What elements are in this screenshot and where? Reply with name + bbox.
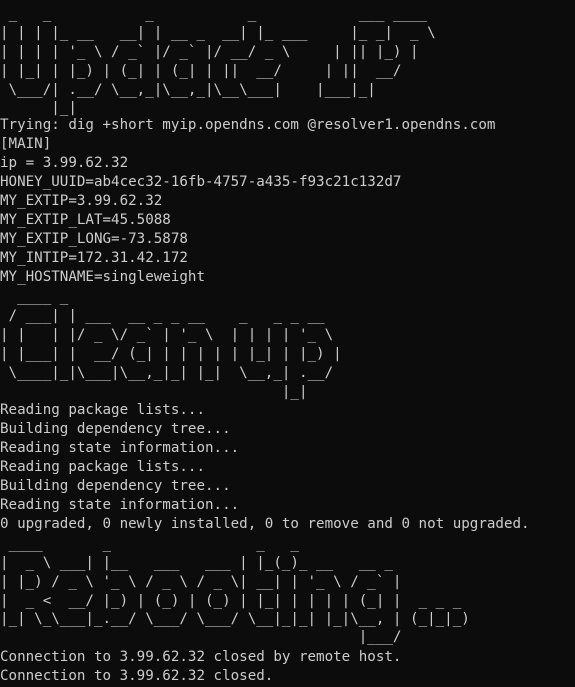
banner-rebooting-line-1: ____ _ _ _ xyxy=(0,536,299,552)
banner-update-ip-line-1: _ _ _ _ ___ ____ xyxy=(0,6,428,22)
output-my-extip: MY_EXTIP=3.99.62.32 xyxy=(0,193,163,209)
banner-clean-up-line-3: | | | |/ _ \/ _` | '_ \ | | | | '_ \ xyxy=(0,327,334,343)
output-reading-state-info-2: Reading state information... xyxy=(0,497,240,513)
output-ip: ip = 3.99.62.32 xyxy=(0,155,129,171)
banner-clean-up-line-4: | |___| | __/ (_| | | | | | |_| | |_) | xyxy=(0,346,342,362)
banner-update-ip-line-5: \___/| .__/ \__,_|\__,_|\__\___| |___|_| xyxy=(0,82,376,98)
banner-update-ip-line-4: | |_| | |_) | (_| | (_| | || __/ | || __… xyxy=(0,63,402,79)
banner-rebooting-line-6: |___/ xyxy=(0,629,402,645)
output-building-dependency-tree-2: Building dependency tree... xyxy=(0,478,231,494)
terminal-window[interactable]: _ _ _ _ ___ ____ | | | |_ __ __| | __ _ … xyxy=(0,0,575,687)
output-building-dependency-tree-1: Building dependency tree... xyxy=(0,421,231,437)
banner-rebooting-line-4: | _ < __/ |_) | (_) | (_) | |_| | | | | … xyxy=(0,593,462,609)
output-connection-closed: Connection to 3.99.62.32 closed. xyxy=(0,668,274,684)
output-my-extip-long: MY_EXTIP_LONG=-73.5878 xyxy=(0,231,188,247)
banner-clean-up-line-1: ____ _ xyxy=(0,289,69,305)
output-my-intip: MY_INTIP=172.31.42.172 xyxy=(0,250,188,266)
banner-update-ip-line-3: | | | | '_ \ / _` |/ _` |/ __/ _ \ | || … xyxy=(0,44,419,60)
banner-rebooting-line-5: |_| \_\___|_.__/ \___/ \___/ \__|_|_| |_… xyxy=(0,611,470,627)
banner-rebooting-line-2: | _ \ ___| |__ ___ ___ | |_(_)_ __ __ _ xyxy=(0,555,393,571)
banner-clean-up-line-5: \____|_|\___|\__,_|_| |_| \__,_| .__/ xyxy=(0,365,334,381)
banner-clean-up-line-2: / ___| | ___ __ _ _ __ _ _ _ __ xyxy=(0,308,325,324)
output-upgrade-summary: 0 upgraded, 0 newly installed, 0 to remo… xyxy=(0,516,530,532)
banner-update-ip-line-2: | | | |_ __ __| | __ _ __| |_ ___ |_ _| … xyxy=(0,25,436,41)
banner-clean-up-line-6: |_| xyxy=(0,384,308,400)
output-section-main: [MAIN] xyxy=(0,136,52,152)
output-connection-closed-by-remote: Connection to 3.99.62.32 closed by remot… xyxy=(0,649,402,665)
output-reading-state-info-1: Reading state information... xyxy=(0,440,240,456)
output-reading-package-lists-1: Reading package lists... xyxy=(0,402,205,418)
output-honey-uuid: HONEY_UUID=ab4cec32-16fb-4757-a435-f93c2… xyxy=(0,174,402,190)
banner-rebooting-line-3: | |_) / _ \ '_ \ / _ \ / _ \| __| | '_ \… xyxy=(0,574,402,590)
output-dig-command: Trying: dig +short myip.opendns.com @res… xyxy=(0,117,496,133)
output-my-extip-lat: MY_EXTIP_LAT=45.5088 xyxy=(0,212,171,228)
output-my-hostname: MY_HOSTNAME=singleweight xyxy=(0,269,205,285)
output-reading-package-lists-2: Reading package lists... xyxy=(0,459,205,475)
